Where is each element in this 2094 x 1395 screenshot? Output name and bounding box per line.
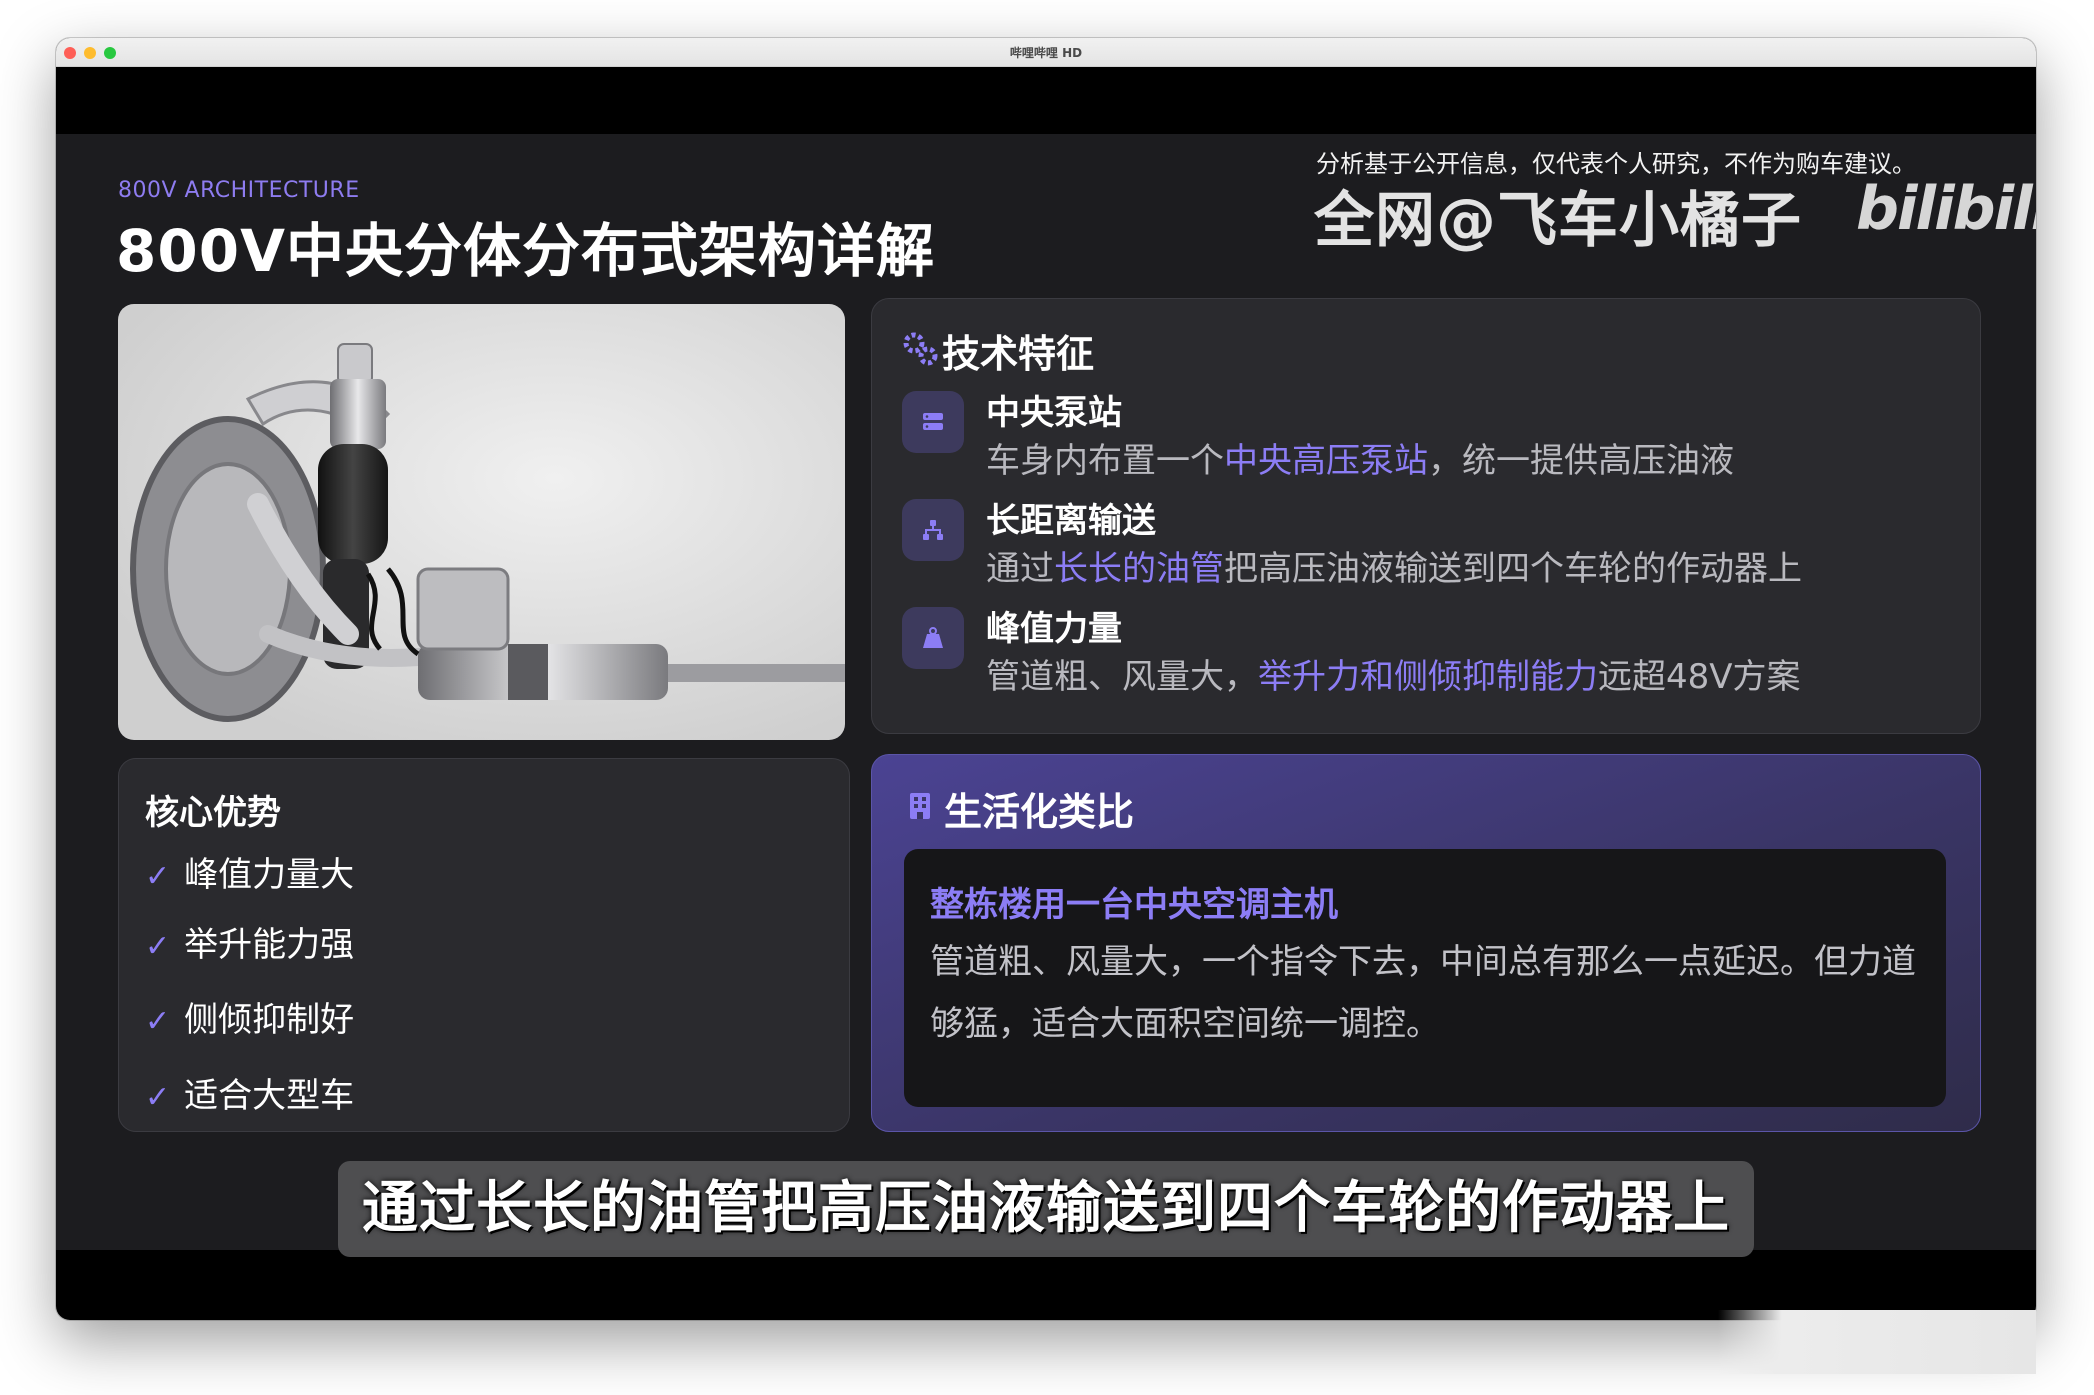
feature-name: 峰值力量 bbox=[986, 609, 1122, 649]
check-icon: ✓ bbox=[145, 929, 171, 964]
title-bar: 哔哩哔哩 HD bbox=[56, 38, 2036, 67]
feature-desc: 通过长长的油管把高压油液输送到四个车轮的作动器上 bbox=[986, 549, 1802, 589]
core-advantages-card: 核心优势 ✓ 峰值力量大 ✓ 举升能力强 ✓ 侧倾抑制好 ✓ 适合大型车 bbox=[118, 758, 850, 1132]
analogy-box: 整栋楼用一台中央空调主机 管道粗、风量大，一个指令下去，中间总有那么一点延迟。但… bbox=[904, 849, 1946, 1107]
tech-features-card: 技术特征 中央泵站 车身内布置一个中央高压泵站，统一提供高压油液 长距离输送 通… bbox=[871, 298, 1981, 734]
desktop-edge bbox=[1718, 1310, 2036, 1374]
window-title: 哔哩哔哩 HD bbox=[1009, 46, 1083, 60]
video-subtitle: 通过长长的油管把高压油液输送到四个车轮的作动器上 bbox=[338, 1161, 1754, 1257]
features-title: 技术特征 bbox=[942, 332, 1095, 376]
app-window: 哔哩哔哩 HD 800V ARCHITECTURE 800V中央分体分布式架构详… bbox=[56, 38, 2036, 1320]
slide-title: 800V中央分体分布式架构详解 bbox=[116, 217, 935, 285]
feature-desc: 车身内布置一个中央高压泵站，统一提供高压油液 bbox=[986, 441, 1734, 481]
analogy-heading: 整栋楼用一台中央空调主机 bbox=[930, 885, 1338, 925]
weight-icon bbox=[902, 607, 964, 669]
list-item: ✓ 适合大型车 bbox=[145, 1076, 355, 1116]
list-item: ✓ 峰值力量大 bbox=[145, 855, 355, 895]
check-icon: ✓ bbox=[145, 1080, 171, 1115]
network-icon bbox=[902, 499, 964, 561]
feature-name: 长距离输送 bbox=[986, 501, 1156, 541]
gears-icon bbox=[902, 331, 938, 371]
analogy-card: 生活化类比 整栋楼用一台中央空调主机 管道粗、风量大，一个指令下去，中间总有那么… bbox=[871, 754, 1981, 1132]
analogy-title: 生活化类比 bbox=[944, 790, 1135, 834]
server-icon bbox=[902, 391, 964, 453]
suspension-photo bbox=[118, 304, 845, 740]
list-item: ✓ 举升能力强 bbox=[145, 925, 355, 965]
building-icon bbox=[908, 791, 932, 825]
core-title: 核心优势 bbox=[145, 793, 281, 833]
check-icon: ✓ bbox=[145, 859, 171, 894]
list-item: ✓ 侧倾抑制好 bbox=[145, 1000, 355, 1040]
feature-desc: 管道粗、风量大，举升力和侧倾抑制能力远超48V方案 bbox=[986, 657, 1801, 697]
video-frame[interactable]: 800V ARCHITECTURE 800V中央分体分布式架构详解 分析基于公开… bbox=[56, 134, 2036, 1257]
check-icon: ✓ bbox=[145, 1004, 171, 1039]
bilibili-logo: bilibili bbox=[1856, 174, 2036, 244]
slide-eyebrow: 800V ARCHITECTURE bbox=[118, 178, 360, 203]
analogy-body: 管道粗、风量大，一个指令下去，中间总有那么一点延迟。但力道够猛，适合大面积空间统… bbox=[930, 942, 1916, 1044]
channel-watermark: 全网@飞车小橘子 bbox=[1314, 186, 1802, 256]
feature-name: 中央泵站 bbox=[986, 393, 1122, 433]
